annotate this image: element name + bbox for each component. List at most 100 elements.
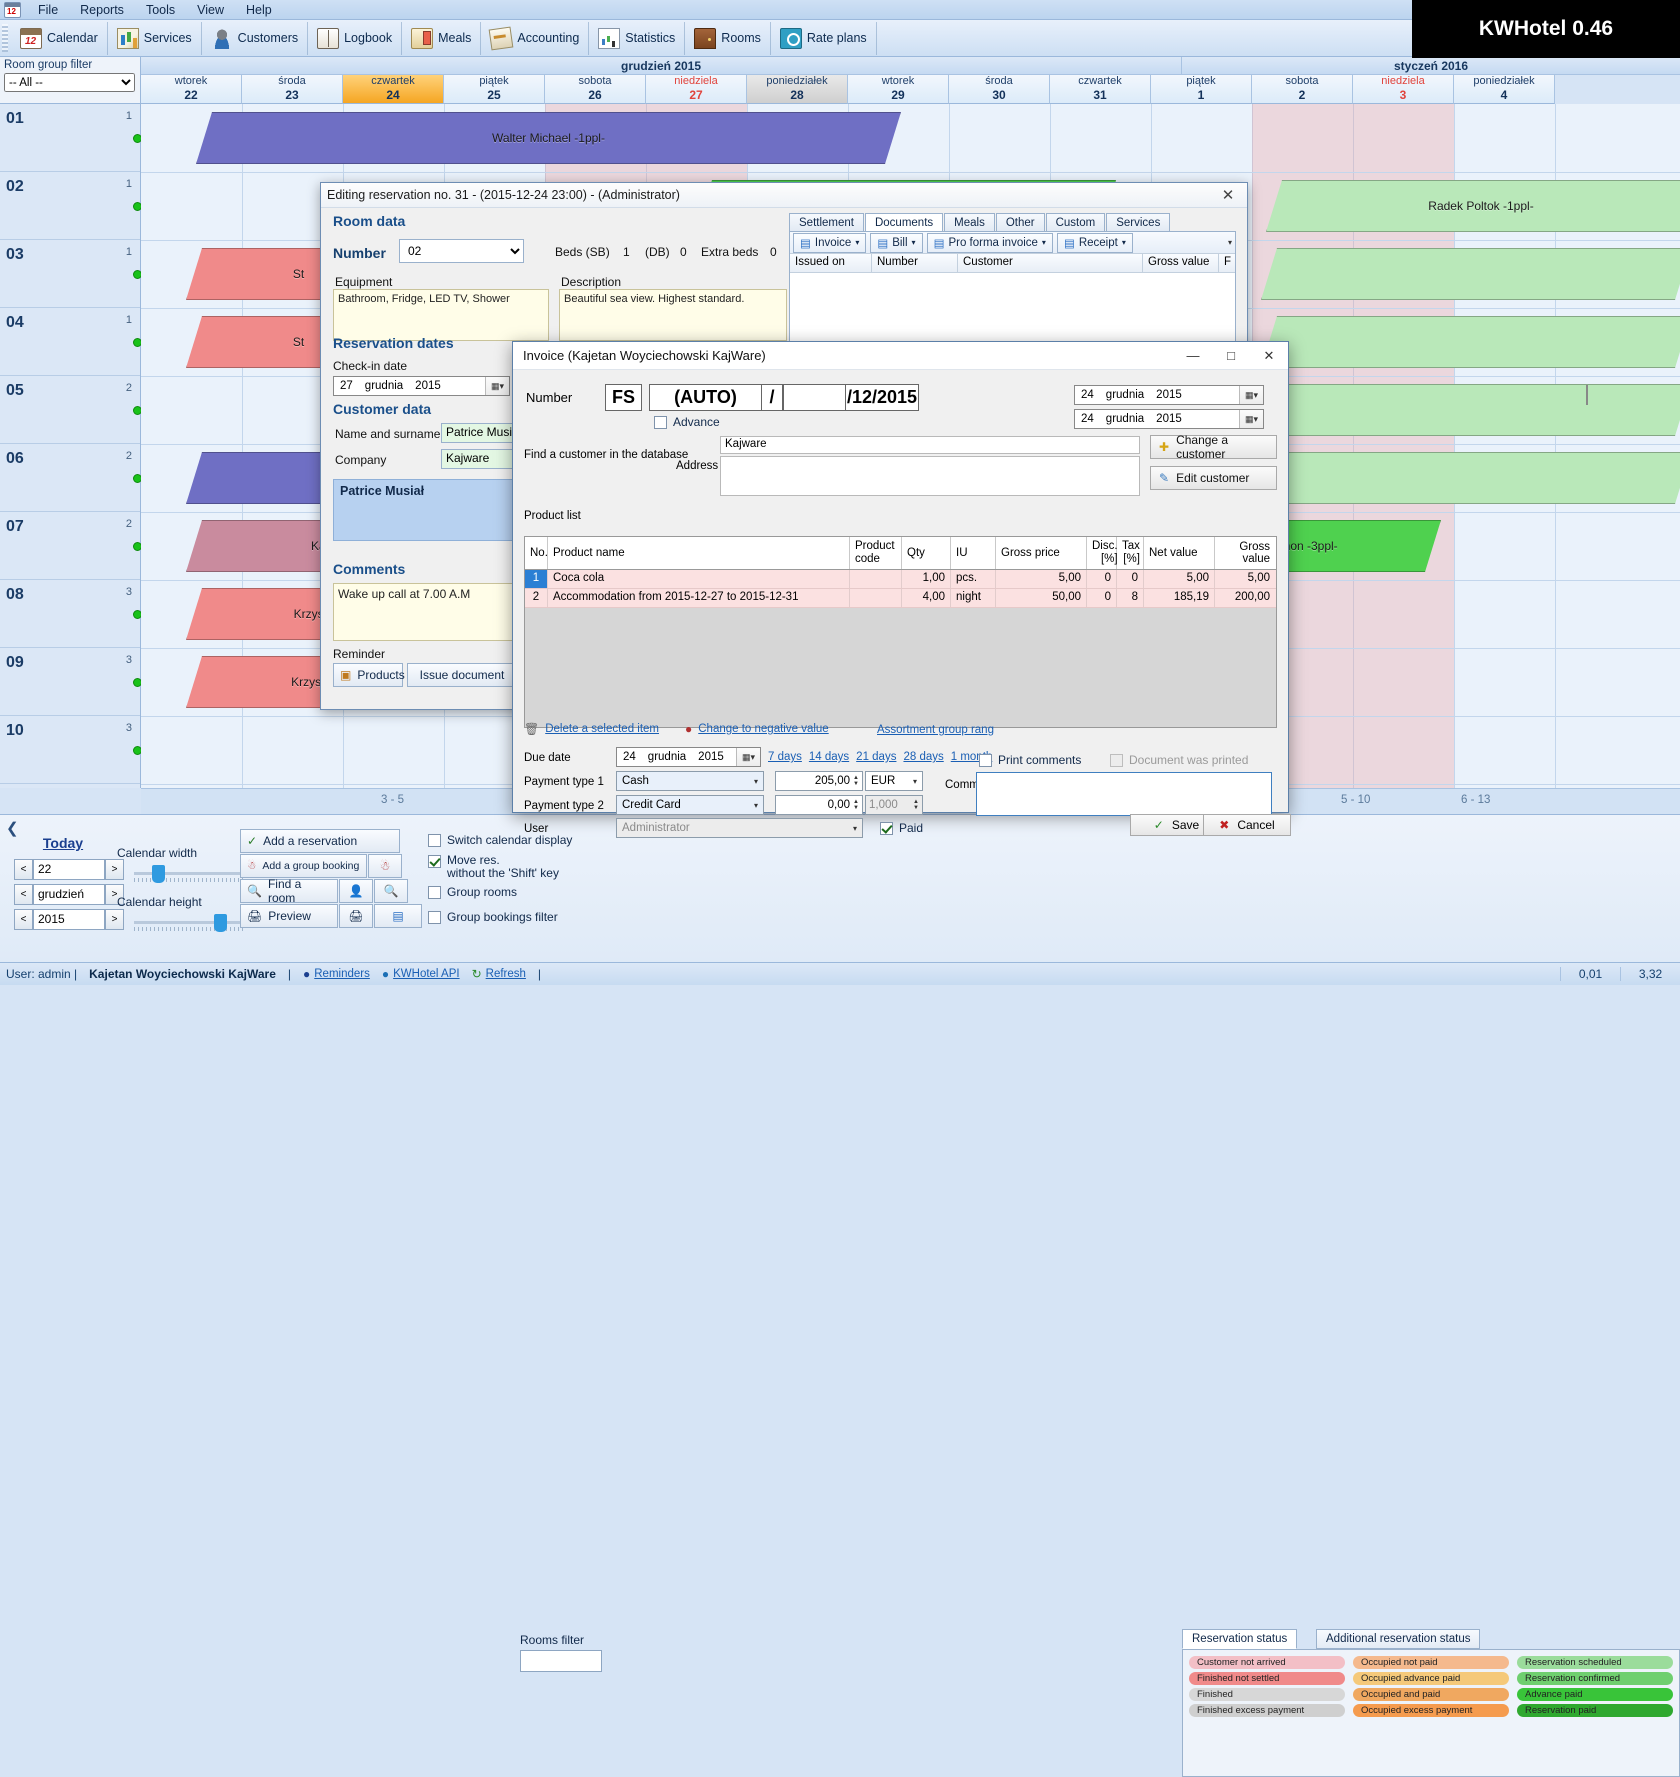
maximize-icon[interactable]: □ bbox=[1212, 342, 1250, 369]
payment-1-amount-input[interactable]: 205,00 ▲ ▼ bbox=[775, 771, 863, 791]
menu-item-help[interactable]: Help bbox=[235, 1, 283, 19]
reservation-dialog-titlebar[interactable]: Editing reservation no. 31 - (2015-12-24… bbox=[321, 183, 1247, 208]
legend-tab-reservation-status[interactable]: Reservation status bbox=[1182, 1629, 1298, 1649]
reservation-bar[interactable] bbox=[1261, 316, 1680, 368]
checkbox-box[interactable] bbox=[428, 911, 441, 924]
calendar-day-2[interactable]: sobota 2 bbox=[1252, 75, 1353, 104]
calendar-day-4[interactable]: poniedziałek 4 bbox=[1454, 75, 1555, 104]
spinner-icon[interactable]: ▲ ▼ bbox=[913, 799, 919, 811]
cancel-button[interactable]: ✖ Cancel bbox=[1203, 814, 1291, 836]
calendar-day-22[interactable]: wtorek 22 bbox=[141, 75, 242, 104]
checkbox-box[interactable] bbox=[428, 855, 441, 868]
invoice-number-auto[interactable]: (AUTO) bbox=[649, 384, 762, 411]
calendar-dropdown-icon[interactable]: ▦▾ bbox=[1239, 386, 1263, 404]
reservation-bar[interactable] bbox=[1261, 248, 1680, 300]
change-customer-button[interactable]: ✚ Change a customer bbox=[1150, 433, 1277, 461]
date-of-sale-picker[interactable]: 24 grudnia 2015 ▦▾ bbox=[1074, 385, 1264, 405]
add-group-booking-button[interactable]: ☃ Add a group booking bbox=[240, 854, 367, 878]
room-number-select[interactable]: 02 bbox=[399, 239, 524, 263]
grid-view-button[interactable]: ▤ bbox=[374, 904, 422, 928]
checkbox-box[interactable] bbox=[654, 416, 667, 429]
print-button[interactable]: 🖨 bbox=[339, 904, 373, 928]
find-room-button[interactable]: 🔍 Find a room bbox=[240, 877, 338, 905]
year-input[interactable] bbox=[33, 908, 105, 930]
tab-meals[interactable]: Meals bbox=[944, 213, 995, 232]
calendar-day-31[interactable]: czwartek 31 bbox=[1050, 75, 1151, 104]
room-row-03[interactable]: 03 1 bbox=[0, 240, 142, 308]
rooms-filter-input[interactable] bbox=[520, 1650, 602, 1672]
find-person-button[interactable]: 👤 bbox=[339, 879, 373, 903]
equipment-value[interactable]: Bathroom, Fridge, LED TV, Shower bbox=[333, 289, 549, 341]
calendar-day-26[interactable]: sobota 26 bbox=[545, 75, 646, 104]
close-icon[interactable]: ✕ bbox=[1215, 186, 1241, 204]
status-api[interactable]: ● KWHotel API bbox=[376, 967, 466, 981]
calendar-day-1[interactable]: piątek 1 bbox=[1151, 75, 1252, 104]
close-icon[interactable]: ✕ bbox=[1250, 342, 1288, 369]
room-row-07[interactable]: 07 2 bbox=[0, 512, 142, 580]
room-row-06[interactable]: 06 2 bbox=[0, 444, 142, 512]
chevron-down-icon[interactable]: ▾ bbox=[1122, 238, 1126, 247]
tab-services[interactable]: Services bbox=[1106, 213, 1171, 232]
toolbar-button-logbook[interactable]: Logbook bbox=[308, 21, 403, 55]
room-row-02[interactable]: 02 1 bbox=[0, 172, 142, 240]
due-link-28-days[interactable]: 28 days bbox=[903, 751, 943, 763]
invoice-dialog-titlebar[interactable]: Invoice (Kajetan Woyciechowski KajWare) … bbox=[513, 342, 1288, 370]
chevron-down-icon[interactable]: ▾ bbox=[1042, 238, 1046, 247]
slider-thumb[interactable] bbox=[214, 914, 227, 932]
address-input[interactable] bbox=[720, 456, 1140, 496]
due-date-shortcuts[interactable]: 7 days 14 days 21 days 28 days 1 month bbox=[768, 751, 992, 763]
room-row-08[interactable]: 08 3 bbox=[0, 580, 142, 648]
calendar-day-24[interactable]: czwartek 24 bbox=[343, 75, 444, 104]
document-button-invoice[interactable]: ▤ Invoice ▾ bbox=[793, 232, 867, 253]
tab-other[interactable]: Other bbox=[995, 213, 1045, 232]
toolbar-button-meals[interactable]: Meals bbox=[402, 21, 482, 55]
product-table[interactable]: No. Product name Product code Qty IU Gro… bbox=[524, 536, 1277, 728]
calendar-day-29[interactable]: wtorek 29 bbox=[848, 75, 949, 104]
assortment-group-action[interactable]: Assortment group rang bbox=[877, 722, 994, 736]
toolbar-button-services[interactable]: Services bbox=[108, 21, 202, 55]
payment-type-2-select[interactable]: Credit Card ▾ bbox=[616, 795, 764, 815]
room-group-filter[interactable]: Room group filter -- All -- bbox=[0, 57, 141, 104]
checkbox-box[interactable] bbox=[979, 754, 992, 767]
chevron-down-icon[interactable]: ▾ bbox=[913, 777, 917, 786]
slider-thumb[interactable] bbox=[152, 865, 165, 883]
checkbox-switch-calendar-display[interactable]: Switch calendar display bbox=[428, 833, 572, 847]
calendar-day-28[interactable]: poniedziałek 28 bbox=[747, 75, 848, 104]
chevron-down-icon[interactable]: ▾ bbox=[855, 238, 859, 247]
status-reminders[interactable]: ● Reminders bbox=[297, 967, 376, 981]
toolbar-button-customers[interactable]: Customers bbox=[202, 21, 309, 55]
reservation-bar[interactable] bbox=[1261, 384, 1680, 436]
calendar-day-3[interactable]: niedziela 3 bbox=[1353, 75, 1454, 104]
checkbox-box[interactable] bbox=[880, 822, 893, 835]
calendar-day-30[interactable]: środa 30 bbox=[949, 75, 1050, 104]
reservation-bar[interactable]: Walter Michael -1ppl- bbox=[196, 112, 901, 164]
document-button-receipt[interactable]: ▤ Receipt ▾ bbox=[1056, 232, 1133, 253]
due-link-21-days[interactable]: 21 days bbox=[856, 751, 896, 763]
room-row-04[interactable]: 04 1 bbox=[0, 308, 142, 376]
legend-tab-additional-status[interactable]: Additional reservation status bbox=[1316, 1629, 1481, 1649]
table-empty-area[interactable] bbox=[525, 608, 1276, 727]
customer-search-input[interactable]: Kajware bbox=[720, 436, 1140, 454]
invoice-dialog[interactable]: Invoice (Kajetan Woyciechowski KajWare) … bbox=[512, 341, 1588, 838]
checkbox-box[interactable] bbox=[428, 886, 441, 899]
paid-checkbox[interactable]: Paid bbox=[880, 821, 923, 835]
currency-select[interactable]: EUR ▾ bbox=[865, 771, 923, 791]
delete-selected-item-action[interactable]: 🗑 Delete a selected item bbox=[524, 722, 659, 736]
table-row[interactable]: 2 Accommodation from 2015-12-27 to 2015-… bbox=[525, 589, 1276, 608]
calendar-dropdown-icon[interactable]: ▦▾ bbox=[1239, 410, 1263, 428]
checkbox-group-rooms[interactable]: Group rooms bbox=[428, 885, 517, 899]
toolbar-button-statistics[interactable]: Statistics bbox=[589, 21, 686, 55]
month-stepper[interactable]: < > bbox=[14, 883, 124, 905]
toolbar-button-calendar[interactable]: Calendar bbox=[11, 21, 108, 55]
preview-button[interactable]: 🖨 Preview bbox=[240, 904, 338, 928]
room-row-10[interactable]: 10 3 bbox=[0, 716, 142, 784]
room-row-01[interactable]: 01 1 bbox=[0, 104, 142, 172]
tab-documents[interactable]: Documents bbox=[864, 213, 944, 232]
invoice-number-mid[interactable] bbox=[783, 384, 846, 411]
day-input[interactable] bbox=[33, 858, 105, 880]
year-prev-button[interactable]: < bbox=[14, 908, 33, 930]
calendar-width-slider[interactable] bbox=[134, 865, 244, 883]
toolbar-overflow-icon[interactable]: ▾ bbox=[1228, 238, 1232, 247]
products-button[interactable]: ▣ Products bbox=[333, 663, 405, 687]
reservation-tabs[interactable]: Settlement Documents Meals Other Custom … bbox=[789, 213, 1171, 232]
